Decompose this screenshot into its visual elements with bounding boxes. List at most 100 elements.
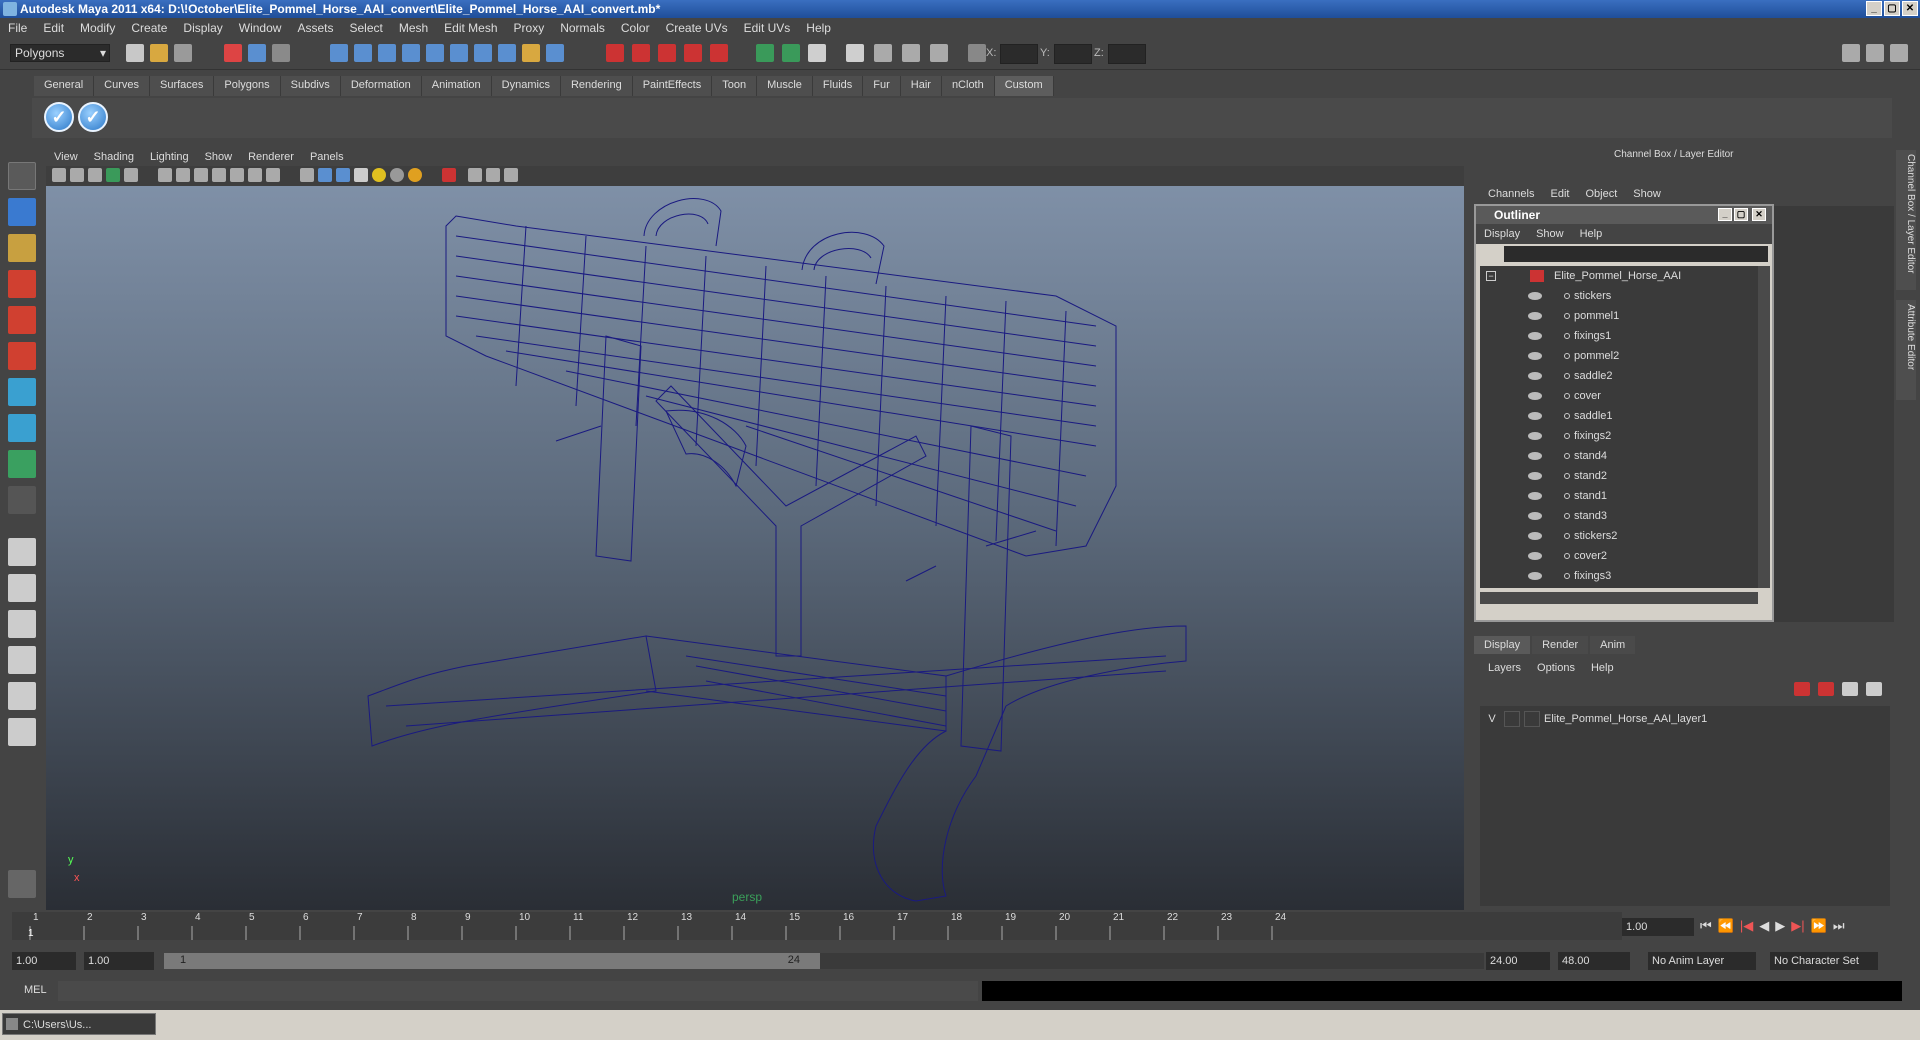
x-ray-icon[interactable] xyxy=(468,168,482,182)
viewport-menu-panels[interactable]: Panels xyxy=(302,151,352,163)
x-field[interactable] xyxy=(1000,44,1038,64)
layer-visibility-toggle[interactable]: V xyxy=(1484,710,1500,728)
film-gate-icon[interactable] xyxy=(176,168,190,182)
layout3-icon[interactable] xyxy=(1890,44,1908,62)
graph-persp-layout-icon[interactable] xyxy=(8,646,36,674)
outliner-filter-input[interactable] xyxy=(1504,246,1768,262)
resolution-gate-icon[interactable] xyxy=(194,168,208,182)
ipr-render-icon[interactable] xyxy=(632,44,650,62)
layer-row[interactable]: V Elite_Pommel_Horse_AAI_layer1 xyxy=(1484,710,1707,728)
camera-attributes-icon[interactable] xyxy=(70,168,84,182)
select-camera-icon[interactable] xyxy=(52,168,66,182)
anim-layer-dropdown[interactable]: No Anim Layer xyxy=(1648,952,1756,970)
isolate-select-icon[interactable] xyxy=(442,168,456,182)
x-ray-joints-icon[interactable] xyxy=(486,168,500,182)
go-to-end-icon[interactable]: ⏭ xyxy=(1833,918,1845,934)
viewport-menu-renderer[interactable]: Renderer xyxy=(240,151,302,163)
tool-settings-toggle-icon[interactable] xyxy=(8,870,36,898)
y-field[interactable] xyxy=(1054,44,1092,64)
time-slider[interactable]: 1 2 3 4 5 6 7 8 9 10 11 12 13 14 15 16 17 18 19 20 21 22 23 24 … xyxy=(12,912,1622,940)
input-ops-icon[interactable] xyxy=(498,44,516,62)
transform-field-icon[interactable] xyxy=(968,44,986,62)
scale-tool-icon[interactable] xyxy=(8,342,36,370)
tab-painteffects[interactable]: PaintEffects xyxy=(632,76,713,96)
help-line-icon[interactable] xyxy=(474,44,492,62)
rotate-tool-icon[interactable] xyxy=(8,306,36,334)
step-forward-icon[interactable]: ⏩ xyxy=(1811,918,1827,934)
layer-menu-layers[interactable]: Layers xyxy=(1480,662,1529,674)
taskbar-item[interactable]: C:\Users\Us... xyxy=(2,1013,156,1035)
save-scene-icon[interactable] xyxy=(174,44,192,62)
snap-curve-icon[interactable] xyxy=(354,44,372,62)
render-frame-icon[interactable] xyxy=(606,44,624,62)
step-back-key-icon[interactable]: |◀ xyxy=(1740,918,1753,934)
viewport-persp[interactable]: y x persp xyxy=(46,186,1464,910)
layer-move-up-icon[interactable] xyxy=(1794,682,1810,696)
layer-menu-options[interactable]: Options xyxy=(1529,662,1583,674)
menu-modify[interactable]: Modify xyxy=(72,21,123,35)
animation-end-field[interactable]: 48.00 xyxy=(1558,952,1630,970)
menu-normals[interactable]: Normals xyxy=(552,21,613,35)
channel-menu-edit[interactable]: Edit xyxy=(1542,188,1577,200)
snap-live-icon[interactable] xyxy=(426,44,444,62)
menu-file[interactable]: File xyxy=(0,21,35,35)
show-manipulator-icon[interactable] xyxy=(8,450,36,478)
outliner-horizontal-scrollbar[interactable] xyxy=(1480,592,1758,604)
camera-icon[interactable] xyxy=(756,44,774,62)
layer-template-toggle[interactable] xyxy=(1504,711,1520,727)
outliner-item[interactable]: pommel1 xyxy=(1480,306,1758,326)
character-set-dropdown[interactable]: No Character Set xyxy=(1770,952,1878,970)
viewport-menu-shading[interactable]: Shading xyxy=(86,151,142,163)
tab-polygons[interactable]: Polygons xyxy=(214,76,281,96)
tab-subdivs[interactable]: Subdivs xyxy=(280,76,341,96)
tab-dynamics[interactable]: Dynamics xyxy=(491,76,561,96)
snap-grid-icon[interactable] xyxy=(330,44,348,62)
new-layer-icon[interactable] xyxy=(1842,682,1858,696)
layout2-icon[interactable] xyxy=(1866,44,1884,62)
default-light-icon[interactable] xyxy=(372,168,386,182)
channel-menu-object[interactable]: Object xyxy=(1577,188,1625,200)
attribute-editor-icon[interactable] xyxy=(808,44,826,62)
snap-point-icon[interactable] xyxy=(378,44,396,62)
outliner-item[interactable]: stand3 xyxy=(1480,506,1758,526)
viewport-menu-lighting[interactable]: Lighting xyxy=(142,151,197,163)
channel-box-toggle-icon[interactable] xyxy=(930,44,948,62)
layer-move-down-icon[interactable] xyxy=(1818,682,1834,696)
tab-render-layers[interactable]: Render xyxy=(1532,636,1589,654)
outliner-menu-help[interactable]: Help xyxy=(1572,228,1611,240)
command-language-label[interactable]: MEL xyxy=(24,984,47,996)
outliner-item[interactable]: cover2 xyxy=(1480,546,1758,566)
current-time-field[interactable]: 1.00 xyxy=(1622,918,1694,936)
step-back-icon[interactable]: ⏪ xyxy=(1718,918,1734,934)
safe-title-icon[interactable] xyxy=(266,168,280,182)
side-tab-channel-box[interactable]: Channel Box / Layer Editor xyxy=(1896,150,1916,290)
graph-editor-icon[interactable] xyxy=(782,44,800,62)
textured-icon[interactable] xyxy=(354,168,368,182)
tab-ncloth[interactable]: nCloth xyxy=(941,76,995,96)
menu-create-uvs[interactable]: Create UVs xyxy=(658,21,736,35)
menu-set-selector[interactable]: Polygons xyxy=(10,44,110,62)
persp-graph-layout-icon[interactable] xyxy=(8,718,36,746)
outliner-menu-show[interactable]: Show xyxy=(1528,228,1572,240)
outliner-vertical-scrollbar[interactable] xyxy=(1758,266,1770,588)
grid-icon[interactable] xyxy=(158,168,172,182)
gate-mask-icon[interactable] xyxy=(212,168,226,182)
tab-toon[interactable]: Toon xyxy=(712,76,758,96)
go-to-start-icon[interactable]: ⏮ xyxy=(1700,918,1712,934)
play-forwards-icon[interactable]: ▶ xyxy=(1775,918,1785,934)
outliner-menu-display[interactable]: Display xyxy=(1476,228,1528,240)
outliner-close-icon[interactable]: ✕ xyxy=(1752,208,1766,221)
menu-color[interactable]: Color xyxy=(613,21,658,35)
restore-icon[interactable]: ▢ xyxy=(1884,1,1900,16)
select-by-hierarchy-icon[interactable] xyxy=(224,44,242,62)
script-editor-icon[interactable] xyxy=(874,44,892,62)
tab-rendering[interactable]: Rendering xyxy=(560,76,633,96)
tab-curves[interactable]: Curves xyxy=(94,76,150,96)
z-field[interactable] xyxy=(1108,44,1146,64)
render-view-icon[interactable] xyxy=(710,44,728,62)
tab-hair[interactable]: Hair xyxy=(900,76,942,96)
menu-window[interactable]: Window xyxy=(231,21,290,35)
outliner-root-item[interactable]: − Elite_Pommel_Horse_AAI xyxy=(1480,266,1758,286)
wireframe-icon[interactable] xyxy=(300,168,314,182)
outliner-item[interactable]: pommel2 xyxy=(1480,346,1758,366)
